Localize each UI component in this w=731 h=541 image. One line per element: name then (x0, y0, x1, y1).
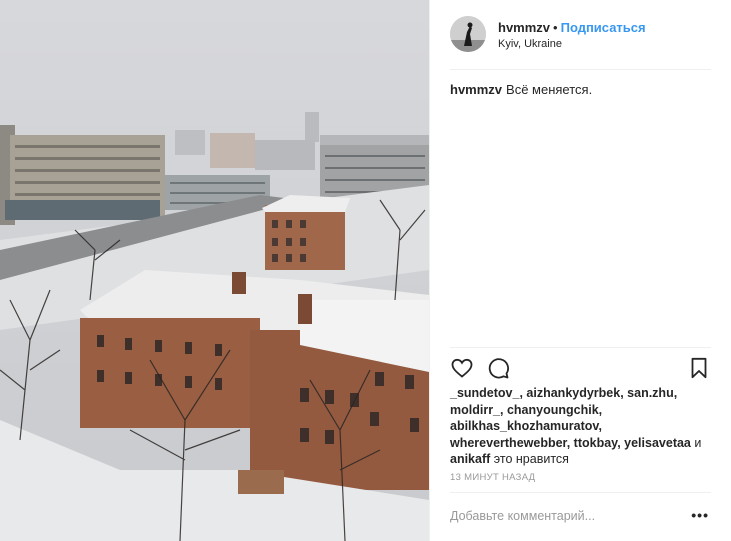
heart-icon[interactable] (450, 356, 474, 380)
avatar-image (450, 16, 486, 52)
location-link[interactable]: Kyiv, Ukraine (498, 38, 562, 50)
divider (450, 492, 711, 493)
liker-link[interactable]: chanyoungchik (507, 403, 599, 417)
follow-button[interactable]: Подписаться (561, 20, 646, 35)
divider (450, 69, 711, 70)
bookmark-icon[interactable] (687, 356, 711, 380)
username-line: hvmmzv • Подписаться (498, 20, 646, 35)
likes-suffix: это нравится (493, 452, 569, 466)
liker-link[interactable]: abilkhas_khozhamuratov (450, 419, 598, 433)
likes-and: и (694, 435, 702, 450)
comment-icon[interactable] (486, 356, 510, 380)
post-side-panel: hvmmzv • Подписаться Kyiv, Ukraine hvmmzv В… (429, 0, 731, 541)
liker-link[interactable]: anikaff (450, 452, 490, 466)
liker-link[interactable]: _sundetov_ (450, 386, 519, 400)
comment-input[interactable] (450, 505, 680, 527)
post-photo[interactable] (0, 0, 429, 541)
username-link[interactable]: hvmmzv (498, 20, 550, 35)
post-timestamp[interactable]: 13 МИНУТ НАЗАД (450, 472, 535, 483)
more-options-button[interactable]: ••• (691, 507, 709, 523)
separator-dot: • (553, 20, 558, 35)
liker-link[interactable]: san.zhu (627, 386, 674, 400)
likes-summary: _sundetov_, aizhankydyrbek, san.zhu, mol… (450, 386, 702, 466)
caption: hvmmzv Всё меняется. (450, 82, 711, 97)
divider (450, 347, 711, 348)
avatar[interactable] (450, 16, 486, 52)
liker-link[interactable]: aizhankydyrbek (526, 386, 620, 400)
liker-link[interactable]: whereverthewebber (450, 436, 567, 450)
action-bar (450, 356, 711, 380)
caption-username[interactable]: hvmmzv (450, 82, 502, 97)
liker-link[interactable]: ttokbay (574, 436, 618, 450)
post-header: hvmmzv • Подписаться Kyiv, Ukraine (450, 16, 711, 56)
liker-link[interactable]: yelisavetaa (624, 436, 691, 450)
liker-link[interactable]: moldirr_ (450, 403, 500, 417)
post-photo-image (0, 0, 429, 541)
caption-text: Всё меняется. (506, 82, 593, 97)
